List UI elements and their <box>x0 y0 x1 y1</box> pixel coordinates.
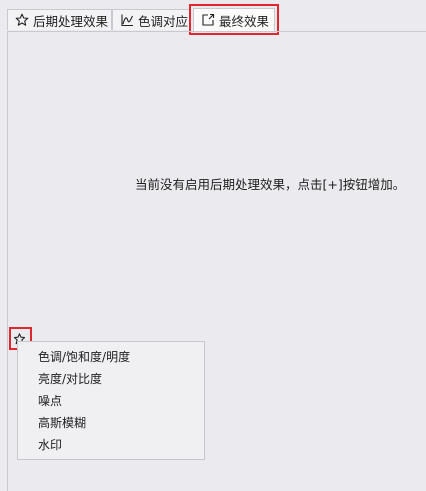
menu-item-gaussian-blur[interactable]: 高斯模糊 <box>38 414 86 432</box>
star-outline-icon <box>15 13 29 26</box>
tab-label: 色调对应 <box>138 13 189 29</box>
tab-label: 最终效果 <box>219 13 270 29</box>
menu-item-noise[interactable]: 噪点 <box>38 392 62 410</box>
tab-label: 后期处理效果 <box>33 13 109 29</box>
tab-final-effect[interactable]: 最终效果 <box>193 8 275 31</box>
export-icon <box>202 13 215 26</box>
empty-message: 当前没有启用后期处理效果，点击[+]按钮增加。 <box>135 177 406 192</box>
tab-post-processing[interactable]: 后期处理效果 <box>7 9 112 30</box>
menu-item-watermark[interactable]: 水印 <box>38 436 62 454</box>
menu-item-brightness-contrast[interactable]: 亮度/对比度 <box>38 370 102 388</box>
menu-item-hue-saturation[interactable]: 色调/饱和度/明度 <box>38 348 130 366</box>
curve-chart-icon <box>121 14 133 27</box>
tab-bar: 后期处理效果 色调对应 最终效果 <box>0 0 426 35</box>
tab-tone-mapping[interactable]: 色调对应 <box>112 9 190 30</box>
